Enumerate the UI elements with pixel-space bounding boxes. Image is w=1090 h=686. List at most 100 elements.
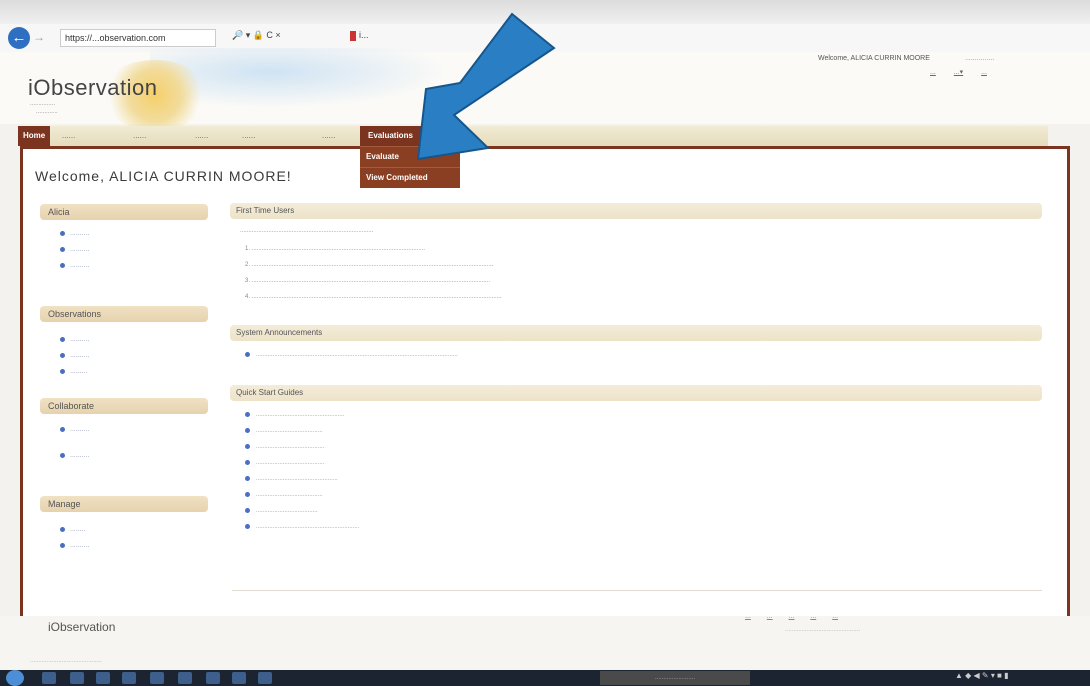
menu-item-view-completed[interactable]: View Completed <box>360 167 460 188</box>
sidebar-link[interactable]: ........ <box>60 526 86 533</box>
taskbar-app-icon[interactable] <box>258 672 272 684</box>
taskbar-app-icon[interactable] <box>42 672 56 684</box>
taskbar-app-icon[interactable] <box>178 672 192 684</box>
sidebar-section-title: Collaborate <box>40 398 208 414</box>
taskbar-app-icon[interactable] <box>232 672 246 684</box>
sidebar-link[interactable]: .......... <box>60 452 89 459</box>
menu-item-evaluate[interactable]: Evaluate <box>360 146 460 167</box>
tab-favicon-icon <box>350 30 356 41</box>
site-footer <box>0 616 1090 670</box>
site-logo[interactable]: iObservation <box>28 75 158 101</box>
nav-item[interactable]: ...... <box>322 126 335 146</box>
guide-link[interactable]: ........................................… <box>245 524 359 530</box>
guide-link[interactable]: ........................................… <box>245 460 324 466</box>
url-controls[interactable]: 🔎 ▾ 🔒 C × <box>232 30 281 41</box>
bullet-icon <box>60 336 65 342</box>
footer-divider <box>232 590 1042 591</box>
bullet-icon <box>60 368 65 374</box>
footer-links: ... ... ... ... ... <box>745 613 852 620</box>
guide-link[interactable]: ........................................ <box>245 492 323 498</box>
bullet-icon <box>60 230 65 236</box>
logo-tagline-2: ............. <box>36 109 58 115</box>
screen: { "browser": { "url": "https://...observ… <box>0 0 1090 686</box>
bullet-icon <box>60 246 65 252</box>
browser-top-strip <box>0 0 1090 24</box>
footer-link[interactable]: ... <box>767 613 773 620</box>
taskbar-app-icon[interactable] <box>70 672 84 684</box>
evaluations-dropdown: Evaluate View Completed <box>360 146 460 188</box>
bullet-icon <box>245 508 250 513</box>
browser-tab[interactable]: i... <box>350 30 369 41</box>
bullet-icon <box>60 262 65 268</box>
taskbar-app-icon[interactable] <box>150 672 164 684</box>
nav-item[interactable]: ...... <box>62 126 75 146</box>
footer-link[interactable]: ... <box>832 613 838 620</box>
footer-logo: iObservation <box>48 620 116 634</box>
bullet-icon <box>245 444 250 449</box>
footer-link[interactable]: ... <box>810 613 816 620</box>
nav-home[interactable]: Home <box>18 126 51 146</box>
page-title: Welcome, ALICIA CURRIN MOORE! <box>35 168 292 184</box>
guide-link[interactable]: ..................................... <box>245 508 318 514</box>
logo-tagline: ............... <box>30 101 56 107</box>
footer-link[interactable]: ... <box>745 613 751 620</box>
header-link[interactable]: ... <box>930 69 936 76</box>
taskbar-app-icon[interactable] <box>206 672 220 684</box>
tab-label: i... <box>359 30 369 40</box>
forward-arrow-icon[interactable]: → <box>33 30 47 44</box>
sidebar-link[interactable]: .......... <box>60 262 89 269</box>
nav-evaluations[interactable]: Evaluations <box>360 126 421 146</box>
nav-item[interactable]: ...... <box>195 126 208 146</box>
sidebar-section-title: Manage <box>40 496 208 512</box>
section-header: First Time Users <box>230 203 1042 219</box>
sidebar-link[interactable]: .......... <box>60 352 89 359</box>
header-link[interactable]: ... <box>981 69 987 76</box>
bullet-icon <box>245 352 250 357</box>
start-button-icon[interactable] <box>6 670 24 686</box>
sidebar-link[interactable]: .......... <box>60 426 89 433</box>
sidebar-link[interactable]: ......... <box>60 368 88 375</box>
taskbar-notification: ........................ <box>600 671 750 685</box>
nav-item[interactable]: ...... <box>133 126 146 146</box>
taskbar-app-icon[interactable] <box>122 672 136 684</box>
section-list-item: 3. .....................................… <box>245 278 491 284</box>
section-text: ........................................… <box>240 228 374 234</box>
header-institution: ............... <box>965 55 995 62</box>
bullet-icon <box>245 428 250 433</box>
taskbar-app-icon[interactable] <box>96 672 110 684</box>
url-input[interactable]: https://...observation.com <box>60 29 216 47</box>
sidebar-link[interactable]: .......... <box>60 542 89 549</box>
bullet-icon <box>60 526 65 532</box>
guide-link[interactable]: ........................................… <box>245 444 324 450</box>
bullet-icon <box>245 476 250 481</box>
guide-link[interactable]: ........................................ <box>245 428 323 434</box>
sidebar-link[interactable]: .......... <box>60 230 89 237</box>
section-list-item: 2. .....................................… <box>245 262 494 268</box>
header-links: ... ...▾ ... <box>930 68 1003 76</box>
back-arrow-icon[interactable]: ← <box>8 27 30 49</box>
header-link[interactable]: ...▾ <box>954 69 963 76</box>
bullet-icon <box>245 412 250 417</box>
section-header: System Announcements <box>230 325 1042 341</box>
footer-copyright: ........................................… <box>785 627 861 633</box>
announcement-link[interactable]: ........................................… <box>245 352 458 358</box>
nav-item[interactable]: ...... <box>242 126 255 146</box>
bullet-icon <box>60 426 65 432</box>
sidebar-link[interactable]: .......... <box>60 336 89 343</box>
bullet-icon <box>60 452 65 458</box>
guide-link[interactable]: ........................................… <box>245 476 338 482</box>
system-tray[interactable]: ▲ ◆ ◀ ✎ ▾ ■ ▮ <box>955 671 1009 680</box>
bullet-icon <box>60 352 65 358</box>
bullet-icon <box>60 542 65 548</box>
footer-link[interactable]: ... <box>789 613 795 620</box>
sidebar-section-title: Observations <box>40 306 208 322</box>
main-nav <box>18 126 1048 146</box>
guide-link[interactable]: ........................................… <box>245 412 344 418</box>
bullet-icon <box>245 492 250 497</box>
section-list-item: 1. .....................................… <box>245 246 426 252</box>
sidebar-link[interactable]: .......... <box>60 246 89 253</box>
bullet-icon <box>245 524 250 529</box>
section-header: Quick Start Guides <box>230 385 1042 401</box>
footer-small-text: ........................................… <box>30 658 102 664</box>
section-list-item: 4. .....................................… <box>245 294 502 300</box>
